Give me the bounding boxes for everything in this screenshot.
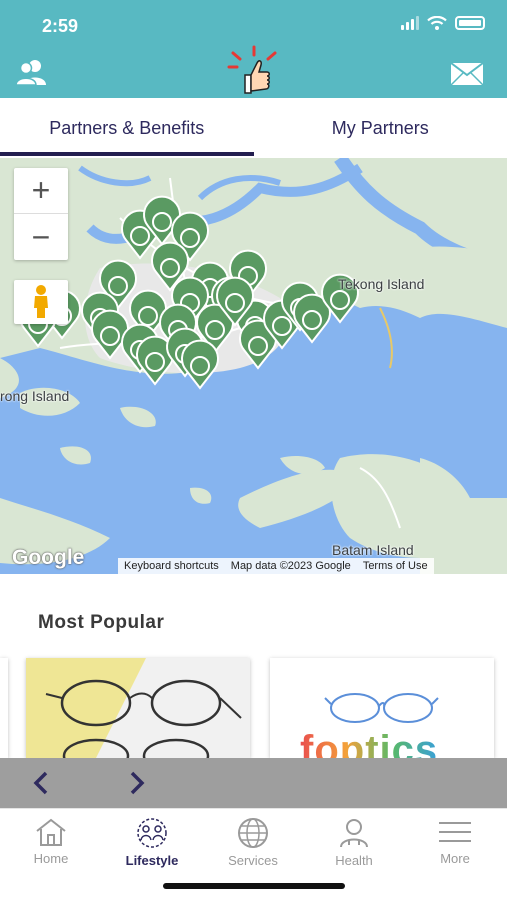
nav-services-label: Services xyxy=(228,853,278,868)
menu-icon xyxy=(439,822,471,842)
nav-services[interactable]: Services xyxy=(208,817,298,868)
popular-card-glasses[interactable] xyxy=(26,658,250,758)
nav-home-label: Home xyxy=(33,851,69,866)
carousel-nav xyxy=(0,758,507,808)
map-attribution: Keyboard shortcuts Map data ©2023 Google… xyxy=(118,558,434,574)
home-icon xyxy=(36,818,66,846)
tab-my-partners[interactable]: My Partners xyxy=(254,98,507,158)
glasses-image xyxy=(26,658,250,758)
zoom-control: + − xyxy=(14,168,68,260)
map-base xyxy=(0,158,507,574)
map-label-tekong: Tekong Island xyxy=(338,276,425,292)
signal-icon xyxy=(401,16,419,30)
doctor-icon xyxy=(340,819,368,848)
app-header: 2:59 xyxy=(0,0,507,98)
partner-tabs: Partners & Benefits My Partners xyxy=(0,98,507,158)
zoom-in-button[interactable]: + xyxy=(14,168,68,214)
most-popular-title: Most Popular xyxy=(38,612,165,633)
chevron-left-icon xyxy=(33,771,48,795)
mail-icon[interactable] xyxy=(450,62,484,86)
battery-icon xyxy=(455,16,485,30)
nav-more-label: More xyxy=(440,851,470,866)
map-label-batam: Batam Island xyxy=(332,542,414,558)
status-icons xyxy=(401,16,485,30)
nav-health[interactable]: Health xyxy=(309,817,399,868)
next-button[interactable] xyxy=(122,768,152,798)
partners-map[interactable]: Tekong Island rong Island Batam Island xyxy=(0,158,507,574)
map-data-text: Map data ©2023 Google xyxy=(230,560,351,572)
prev-button[interactable] xyxy=(26,768,56,798)
nav-lifestyle-label: Lifestyle xyxy=(125,853,179,868)
google-logo: Google xyxy=(12,546,85,569)
thumbs-up-logo[interactable] xyxy=(225,45,283,97)
popular-card-foptics[interactable]: foptics xyxy=(270,658,494,758)
lifestyle-icon xyxy=(137,818,167,848)
globe-icon xyxy=(238,818,268,848)
nav-lifestyle[interactable]: Lifestyle xyxy=(107,817,197,868)
terms-of-use-link[interactable]: Terms of Use xyxy=(357,560,434,572)
map-label-jurong: rong Island xyxy=(0,388,70,404)
popular-carousel: foptics xyxy=(0,658,507,758)
foptics-wordmark: foptics xyxy=(300,728,438,758)
street-view-button[interactable] xyxy=(14,280,68,324)
nav-more[interactable]: More xyxy=(410,817,500,866)
chevron-right-icon xyxy=(130,771,145,795)
nav-health-label: Health xyxy=(335,853,373,868)
home-indicator xyxy=(163,883,345,889)
tab-partners-benefits[interactable]: Partners & Benefits xyxy=(0,98,254,158)
wifi-icon xyxy=(427,16,447,30)
zoom-out-button[interactable]: − xyxy=(14,214,68,260)
pegman-icon xyxy=(34,285,48,318)
status-time: 2:59 xyxy=(42,16,79,36)
users-icon[interactable] xyxy=(14,58,48,86)
keyboard-shortcuts-link[interactable]: Keyboard shortcuts xyxy=(118,560,225,572)
nav-home[interactable]: Home xyxy=(6,817,96,866)
